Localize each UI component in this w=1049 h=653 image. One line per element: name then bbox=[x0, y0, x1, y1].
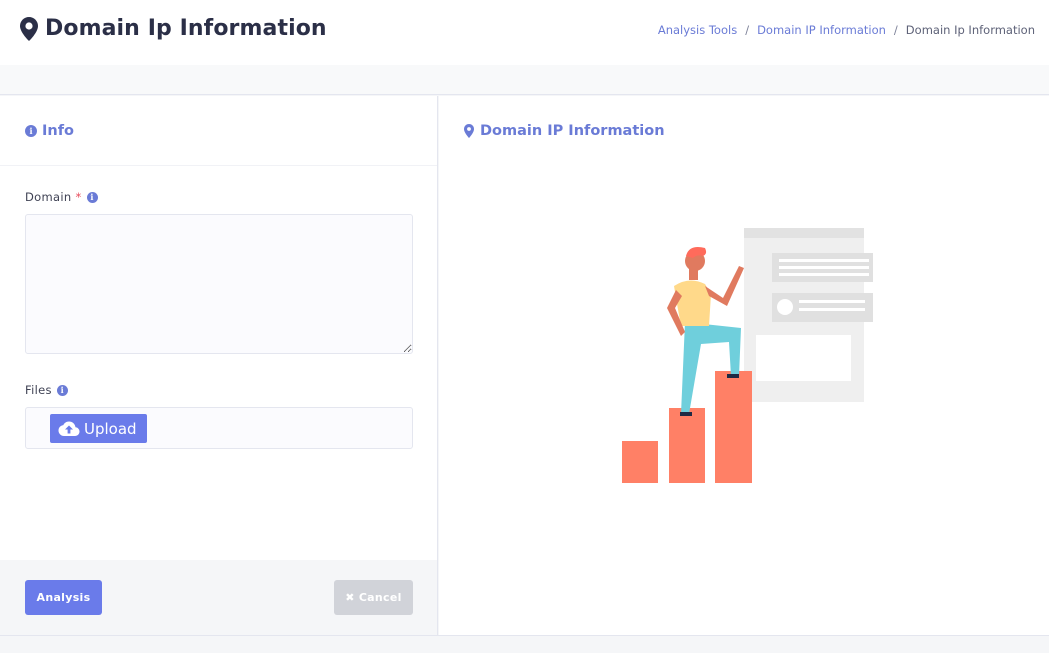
domain-input[interactable] bbox=[25, 214, 413, 354]
map-marker-icon bbox=[20, 16, 38, 41]
info-circle-icon: i bbox=[25, 124, 37, 137]
breadcrumb-domain-ip-information[interactable]: Domain IP Information bbox=[757, 23, 886, 37]
map-marker-icon bbox=[464, 124, 474, 138]
upload-button-label: Upload bbox=[84, 419, 137, 438]
files-label: Files i bbox=[25, 383, 68, 397]
info-card-title-text: Info bbox=[42, 122, 74, 139]
breadcrumb-separator: / bbox=[745, 23, 750, 37]
required-mark: * bbox=[75, 190, 82, 204]
bottom-strip bbox=[0, 635, 1049, 653]
breadcrumb-analysis-tools[interactable]: Analysis Tools bbox=[658, 23, 737, 37]
info-circle-icon[interactable]: i bbox=[56, 384, 68, 396]
domain-ip-information-card: Domain IP Information bbox=[439, 96, 1049, 635]
cloud-upload-icon bbox=[58, 421, 80, 436]
domain-label: Domain * i bbox=[25, 190, 98, 204]
upload-button[interactable]: Upload bbox=[50, 414, 147, 443]
domain-ip-card-title-text: Domain IP Information bbox=[480, 123, 665, 139]
info-card-footer: Analysis ✖ Cancel bbox=[0, 560, 437, 635]
info-card: i Info Domain * i Files i Upload Analysi… bbox=[0, 96, 438, 635]
info-card-header: i Info bbox=[0, 96, 437, 166]
info-card-title: i Info bbox=[25, 123, 74, 139]
page-title: Domain Ip Information bbox=[20, 16, 327, 41]
top-bar: Domain Ip Information Analysis Tools / D… bbox=[0, 0, 1049, 65]
domain-ip-card-header: Domain IP Information bbox=[439, 96, 1049, 166]
breadcrumb-separator: / bbox=[893, 23, 898, 37]
domain-label-text: Domain bbox=[25, 190, 72, 204]
breadcrumb-current: Domain Ip Information bbox=[905, 23, 1035, 37]
cancel-button[interactable]: ✖ Cancel bbox=[334, 580, 413, 615]
breadcrumb: Analysis Tools / Domain IP Information /… bbox=[658, 23, 1035, 37]
files-dropzone[interactable]: Upload bbox=[25, 407, 413, 449]
analysis-button[interactable]: Analysis bbox=[25, 580, 102, 615]
files-label-text: Files bbox=[25, 383, 52, 397]
info-circle-icon[interactable]: i bbox=[86, 191, 98, 203]
domain-ip-card-title: Domain IP Information bbox=[464, 123, 665, 139]
times-icon: ✖ bbox=[345, 591, 355, 604]
subheader-strip bbox=[0, 65, 1049, 95]
page-title-text: Domain Ip Information bbox=[45, 16, 327, 41]
cancel-button-label: Cancel bbox=[358, 591, 402, 604]
growth-illustration bbox=[622, 228, 873, 483]
